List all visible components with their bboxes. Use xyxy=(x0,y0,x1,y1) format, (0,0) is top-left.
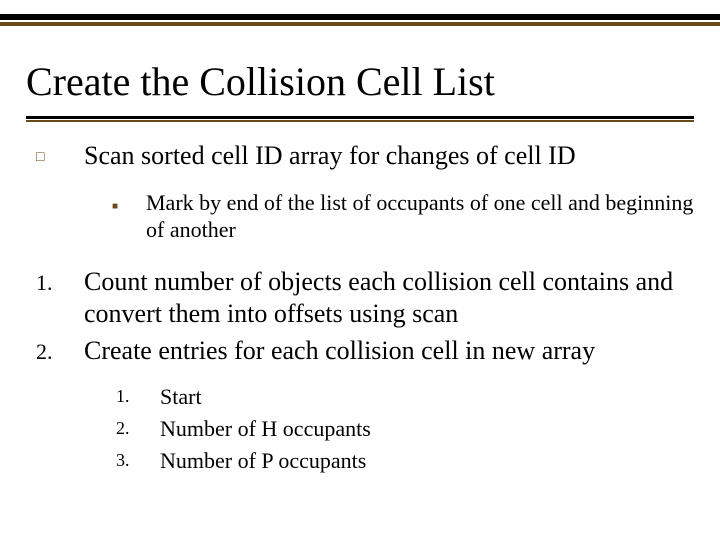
subnumbered-item-3: 3. Number of P occupants xyxy=(116,445,694,477)
number-marker: 2. xyxy=(116,413,160,441)
number-marker: 2. xyxy=(26,335,84,365)
bullet-marker-col: ■ xyxy=(84,189,146,244)
subnumbered-list: 1. Start 2. Number of H occupants 3. Num… xyxy=(116,381,694,477)
subnumbered-item-3-text: Number of P occupants xyxy=(160,445,366,477)
title-underline-black xyxy=(26,116,694,119)
bullet-level1-text: Scan sorted cell ID array for changes of… xyxy=(84,140,694,173)
subnumbered-item-2: 2. Number of H occupants xyxy=(116,413,694,445)
title-underline-accent xyxy=(26,120,694,122)
top-bar-black xyxy=(0,14,720,20)
bullet-level2-text: Mark by end of the list of occupants of … xyxy=(146,189,694,244)
subnumbered-item-1: 1. Start xyxy=(116,381,694,413)
subnumbered-item-2-text: Number of H occupants xyxy=(160,413,371,445)
bullet-marker-col: □ xyxy=(26,140,84,160)
filled-square-icon: ■ xyxy=(112,201,118,212)
slide-body: □ Scan sorted cell ID array for changes … xyxy=(26,140,694,477)
bullet-level2: ■ Mark by end of the list of occupants o… xyxy=(84,189,694,244)
hollow-square-icon: □ xyxy=(36,150,44,165)
numbered-item-1-text: Count number of objects each collision c… xyxy=(84,266,694,331)
numbered-item-2-text: Create entries for each collision cell i… xyxy=(84,335,694,368)
number-marker: 1. xyxy=(26,266,84,296)
slide: Create the Collision Cell List □ Scan so… xyxy=(0,0,720,540)
number-marker: 3. xyxy=(116,445,160,473)
subnumbered-item-1-text: Start xyxy=(160,381,202,413)
slide-title: Create the Collision Cell List xyxy=(26,60,495,104)
number-marker: 1. xyxy=(116,381,160,409)
bullet-level1: □ Scan sorted cell ID array for changes … xyxy=(26,140,694,173)
numbered-item-1: 1. Count number of objects each collisio… xyxy=(26,266,694,331)
numbered-item-2: 2. Create entries for each collision cel… xyxy=(26,335,694,368)
top-bar-accent xyxy=(0,22,720,26)
